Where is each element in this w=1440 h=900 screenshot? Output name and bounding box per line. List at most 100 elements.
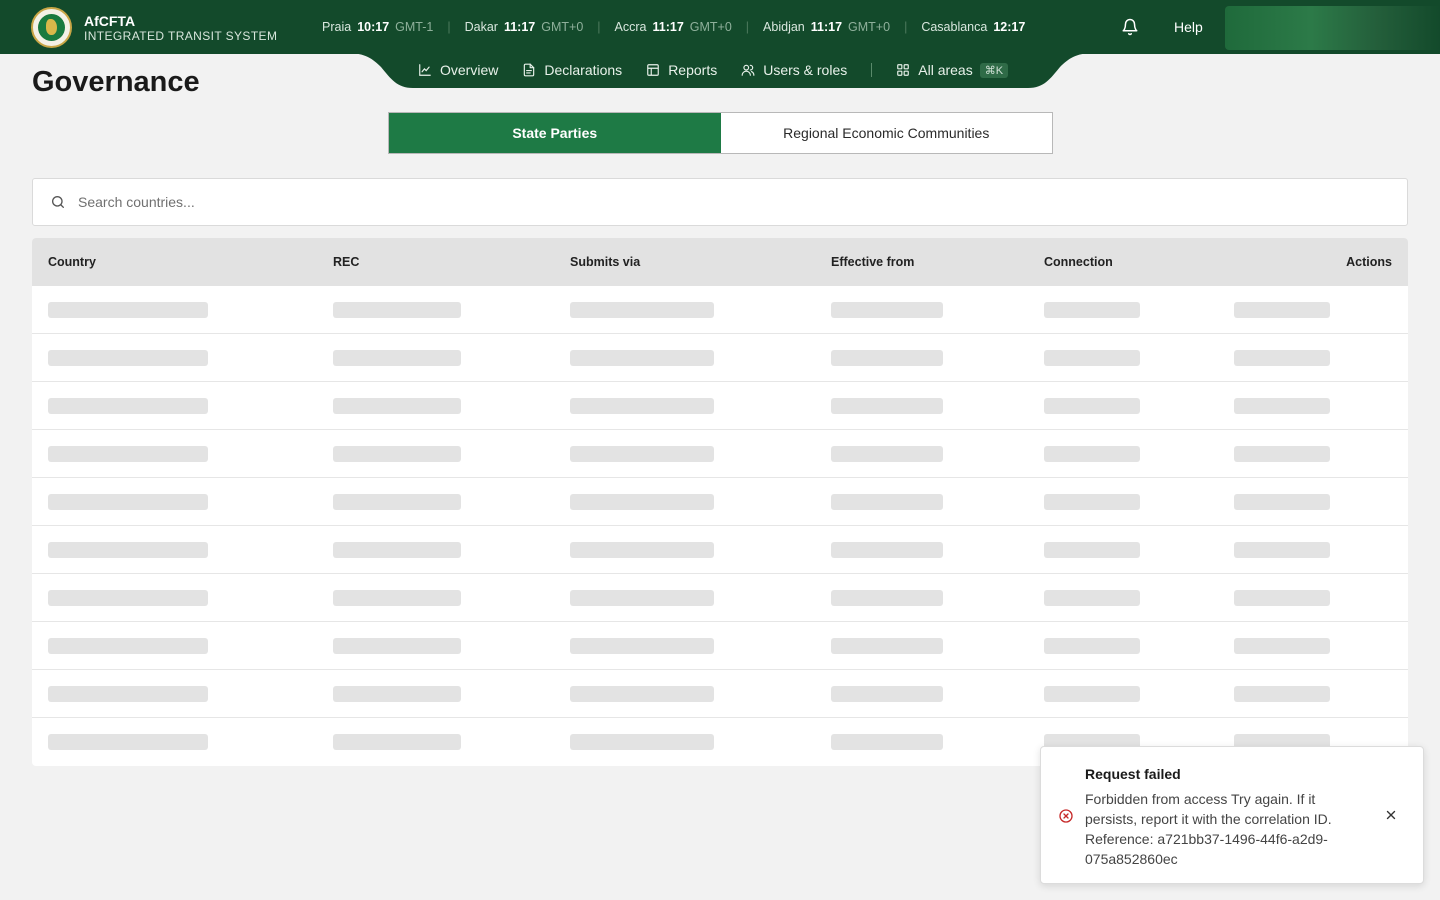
- main-nav: Overview Declarations Reports Users & ro…: [418, 54, 1032, 86]
- nav-declarations-label: Declarations: [544, 62, 623, 78]
- table-row: [32, 286, 1408, 334]
- loading-skeleton: [333, 734, 461, 750]
- loading-skeleton: [1234, 638, 1330, 654]
- loading-skeleton: [48, 590, 208, 606]
- loading-skeleton: [570, 446, 714, 462]
- error-circle-icon: [1059, 809, 1073, 823]
- world-clocks: Praia 10:17 GMT-1 | Dakar 11:17 GMT+0 | …: [322, 0, 1082, 54]
- chart-line-icon: [419, 64, 431, 76]
- loading-skeleton: [831, 446, 943, 462]
- column-header-rec[interactable]: REC: [333, 255, 359, 269]
- nav-reports[interactable]: Reports: [646, 62, 717, 78]
- loading-skeleton: [1234, 494, 1330, 510]
- loading-skeleton: [333, 542, 461, 558]
- grid-icon: [897, 64, 910, 76]
- clock-time: 10:17: [357, 20, 390, 34]
- loading-skeleton: [48, 398, 208, 414]
- nav-overview[interactable]: Overview: [418, 62, 498, 78]
- nav-users-roles-label: Users & roles: [763, 62, 848, 78]
- clock-time: 11:17: [810, 20, 843, 34]
- loading-skeleton: [1044, 302, 1140, 318]
- loading-skeleton: [333, 446, 461, 462]
- clock-timezone: GMT+0: [689, 20, 732, 34]
- state-parties-table: Country REC Submits via Effective from C…: [32, 238, 1408, 766]
- clock-praia: Praia 10:17 GMT-1: [322, 20, 433, 34]
- loading-skeleton: [1234, 686, 1330, 702]
- loading-skeleton: [1044, 686, 1140, 702]
- loading-skeleton: [570, 590, 714, 606]
- segmented-tabs: State Parties Regional Economic Communit…: [388, 112, 1053, 154]
- nav-divider: [871, 63, 873, 77]
- loading-skeleton: [1234, 446, 1330, 462]
- loading-skeleton: [831, 350, 943, 366]
- loading-skeleton: [570, 494, 714, 510]
- table-icon: [647, 64, 660, 76]
- loading-skeleton: [48, 638, 208, 654]
- clock-city: Accra: [614, 20, 647, 34]
- column-header-connection[interactable]: Connection: [1044, 255, 1113, 269]
- column-header-effective-from[interactable]: Effective from: [831, 255, 914, 269]
- table-body: [32, 286, 1408, 766]
- column-header-country[interactable]: Country: [48, 255, 96, 269]
- clock-separator: |: [597, 20, 601, 34]
- clock-timezone: GMT+0: [848, 20, 891, 34]
- help-link[interactable]: Help: [1174, 19, 1203, 35]
- close-icon[interactable]: [1384, 808, 1398, 822]
- clock-time: 12:17: [993, 20, 1026, 34]
- loading-skeleton: [1044, 446, 1140, 462]
- loading-skeleton: [333, 638, 461, 654]
- clock-separator: |: [904, 20, 908, 34]
- loading-skeleton: [570, 686, 714, 702]
- toast-title: Request failed: [1085, 766, 1181, 782]
- clock-abidjan: Abidjan 11:17 GMT+0: [763, 20, 890, 34]
- bell-icon[interactable]: [1121, 18, 1139, 36]
- table-row: [32, 574, 1408, 622]
- loading-skeleton: [831, 542, 943, 558]
- clock-city: Praia: [322, 20, 352, 34]
- column-header-submits-via[interactable]: Submits via: [570, 255, 640, 269]
- clock-dakar: Dakar 11:17 GMT+0: [465, 20, 584, 34]
- tab-state-parties[interactable]: State Parties: [389, 113, 721, 153]
- loading-skeleton: [1044, 494, 1140, 510]
- loading-skeleton: [1234, 590, 1330, 606]
- users-icon: [741, 64, 755, 76]
- table-row: [32, 430, 1408, 478]
- loading-skeleton: [570, 542, 714, 558]
- loading-skeleton: [333, 302, 461, 318]
- nav-overview-label: Overview: [440, 62, 499, 78]
- loading-skeleton: [48, 686, 208, 702]
- loading-skeleton: [570, 350, 714, 366]
- loading-skeleton: [570, 302, 714, 318]
- loading-skeleton: [48, 350, 208, 366]
- search-input[interactable]: [78, 194, 1378, 210]
- clock-separator: |: [447, 20, 451, 34]
- nav-users-roles[interactable]: Users & roles: [741, 62, 847, 78]
- user-menu[interactable]: [1225, 6, 1440, 50]
- clock-time: 11:17: [503, 20, 536, 34]
- tab-regional-economic-communities[interactable]: Regional Economic Communities: [720, 113, 1052, 153]
- loading-skeleton: [831, 734, 943, 750]
- search-icon: [52, 196, 64, 208]
- loading-skeleton: [831, 302, 943, 318]
- clock-timezone: GMT+0: [541, 20, 584, 34]
- loading-skeleton: [1044, 638, 1140, 654]
- brand-name: AfCFTA: [84, 12, 136, 29]
- loading-skeleton: [333, 686, 461, 702]
- loading-skeleton: [831, 590, 943, 606]
- nav-declarations[interactable]: Declarations: [522, 62, 622, 78]
- table-row: [32, 334, 1408, 382]
- loading-skeleton: [1234, 542, 1330, 558]
- loading-skeleton: [48, 734, 208, 750]
- loading-skeleton: [48, 494, 208, 510]
- document-icon: [524, 63, 535, 77]
- page-title: Governance: [32, 66, 200, 98]
- table-row: [32, 526, 1408, 574]
- loading-skeleton: [1234, 350, 1330, 366]
- loading-skeleton: [570, 734, 714, 750]
- brand[interactable]: AfCFTA INTEGRATED TRANSIT SYSTEM: [31, 7, 277, 48]
- loading-skeleton: [48, 446, 208, 462]
- loading-skeleton: [1044, 590, 1140, 606]
- column-header-actions: Actions: [1346, 255, 1392, 269]
- nav-all-areas[interactable]: All areas ⌘K: [896, 62, 1009, 78]
- table-row: [32, 622, 1408, 670]
